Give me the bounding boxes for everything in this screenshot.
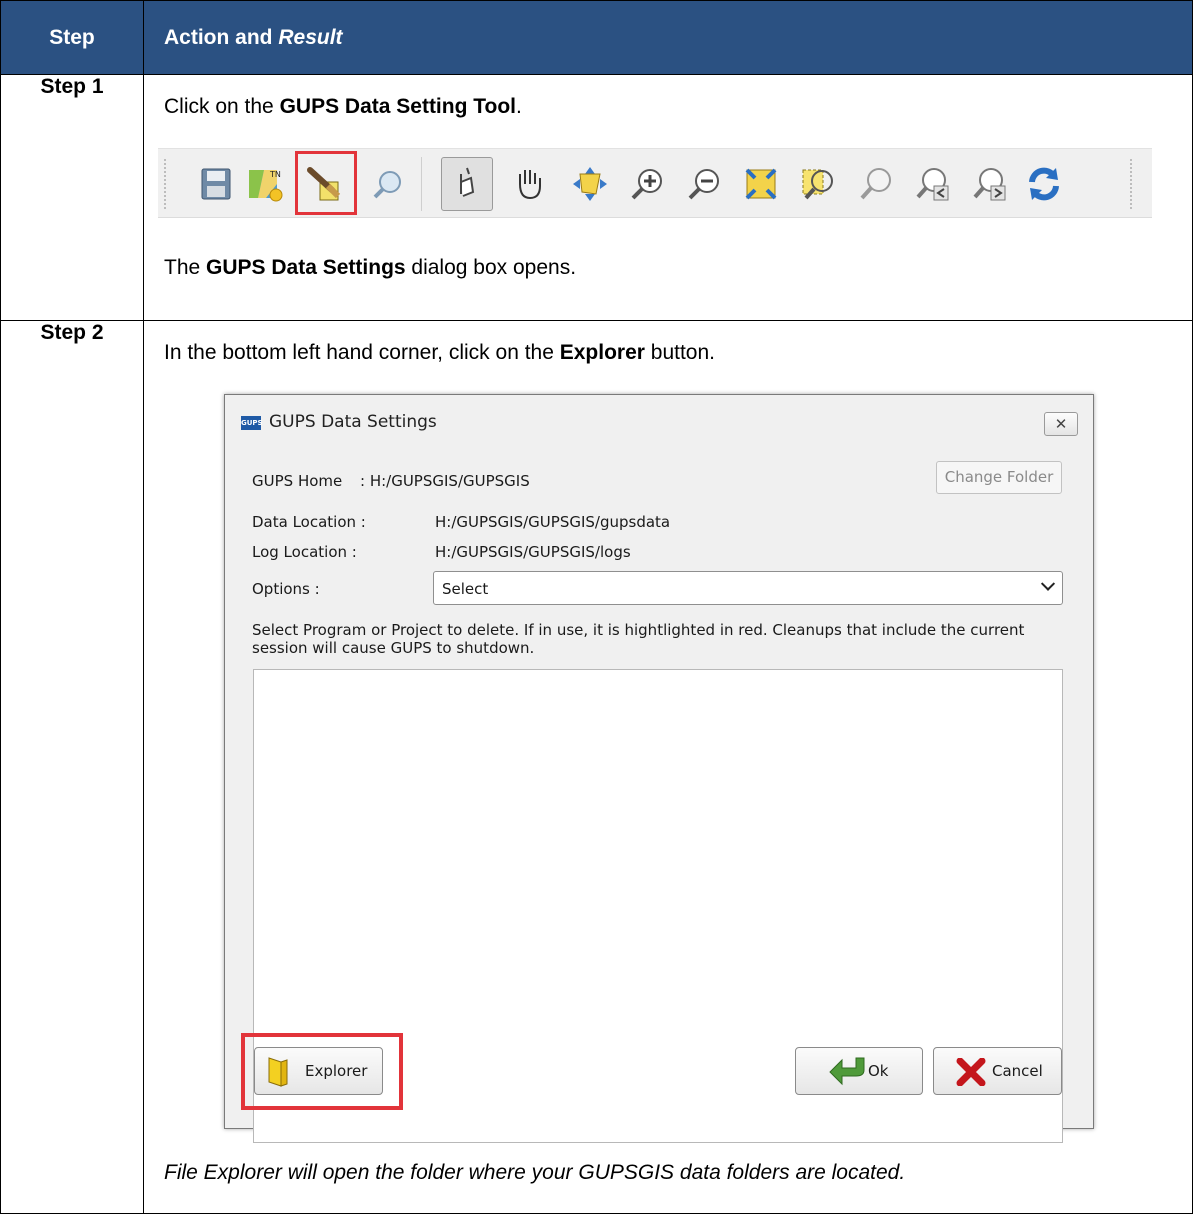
- cancel-x-icon: [956, 1058, 986, 1087]
- cancel-button-label: Cancel: [992, 1062, 1043, 1081]
- ok-button-label: Ok: [868, 1062, 889, 1081]
- step-2-action: In the bottom left hand corner, click on…: [143, 320, 1193, 1214]
- dialog-screenshot: GUPS GUPS Data Settings ✕ GUPS Home : H:…: [224, 394, 1094, 1144]
- toolbar-grip[interactable]: [164, 159, 170, 210]
- change-folder-button[interactable]: Change Folder: [936, 461, 1062, 495]
- svg-text:TN: TN: [269, 170, 281, 179]
- cancel-button[interactable]: Cancel: [933, 1047, 1062, 1096]
- dialog-titlebar: GUPS GUPS Data Settings ✕: [225, 395, 1093, 451]
- step-row-1: Step 1 Click on the GUPS Data Setting To…: [0, 74, 1193, 321]
- gups-home-value: : H:/GUPSGIS/GUPSGIS: [360, 472, 530, 491]
- select-pointer-icon[interactable]: [447, 164, 487, 204]
- step-1-action: Click on the GUPS Data Setting Tool. TN: [143, 74, 1193, 321]
- log-location-label: Log Location :: [252, 543, 357, 562]
- explorer-button-label: Explorer: [305, 1062, 368, 1081]
- zoom-next-icon[interactable]: [969, 164, 1009, 204]
- tool-highlight-box: [295, 151, 357, 216]
- folder-icon: [268, 1057, 288, 1087]
- options-label: Options :: [252, 580, 320, 599]
- zoom-in-icon[interactable]: [628, 164, 668, 204]
- pan-hand-icon[interactable]: [510, 164, 550, 204]
- gups-home-label: GUPS Home: [252, 472, 343, 491]
- data-location-label: Data Location :: [252, 513, 366, 532]
- ok-arrow-icon: [829, 1057, 865, 1086]
- step-row-2: Step 2 In the bottom left hand corner, c…: [0, 320, 1193, 1214]
- zoom-to-layer-icon[interactable]: [856, 164, 896, 204]
- log-location-value: H:/GUPSGIS/GUPSGIS/logs: [435, 543, 631, 562]
- toolbar-separator: [421, 157, 422, 212]
- step-label-1: Step 1: [0, 74, 144, 321]
- dialog-title: GUPS Data Settings: [269, 412, 437, 433]
- zoom-full-icon[interactable]: [741, 164, 781, 204]
- explorer-button[interactable]: Explorer: [254, 1047, 383, 1096]
- zoom-to-selection-icon[interactable]: [798, 164, 838, 204]
- zoom-out-icon[interactable]: [685, 164, 725, 204]
- step-label-2: Step 2: [0, 320, 144, 1214]
- step-2-instruction: In the bottom left hand corner, click on…: [164, 341, 715, 364]
- identify-icon[interactable]: [368, 164, 408, 204]
- step-1-result: The GUPS Data Settings dialog box opens.: [164, 256, 577, 280]
- gups-data-settings-dialog: GUPS GUPS Data Settings ✕ GUPS Home : H:…: [224, 394, 1094, 1144]
- step-1-instruction: Click on the GUPS Data Setting Tool.: [164, 95, 522, 118]
- options-selected-value: Select: [442, 580, 489, 599]
- options-select[interactable]: Select: [433, 571, 1063, 606]
- chevron-down-icon: [1040, 576, 1056, 592]
- zoom-last-icon[interactable]: [912, 164, 952, 204]
- steps-table: Step Action and Result Step 1 Click on t…: [0, 0, 1193, 1214]
- save-icon[interactable]: [196, 164, 236, 204]
- header-action: Action and Result: [143, 0, 1193, 75]
- delete-description: Select Program or Project to delete. If …: [252, 621, 1025, 658]
- refresh-icon[interactable]: [1024, 164, 1064, 204]
- close-button[interactable]: ✕: [1044, 412, 1078, 437]
- toolbar-grip-end: [1130, 159, 1136, 210]
- ok-button[interactable]: Ok: [795, 1047, 923, 1096]
- map-icon[interactable]: TN: [246, 164, 286, 204]
- header-row: Step Action and Result: [0, 0, 1193, 75]
- data-location-value: H:/GUPSGIS/GUPSGIS/gupsdata: [435, 513, 671, 532]
- gups-toolbar: TN: [158, 148, 1152, 219]
- gups-logo-icon: GUPS: [241, 416, 263, 431]
- header-step: Step: [0, 0, 144, 75]
- pan-to-selection-icon[interactable]: [570, 164, 610, 204]
